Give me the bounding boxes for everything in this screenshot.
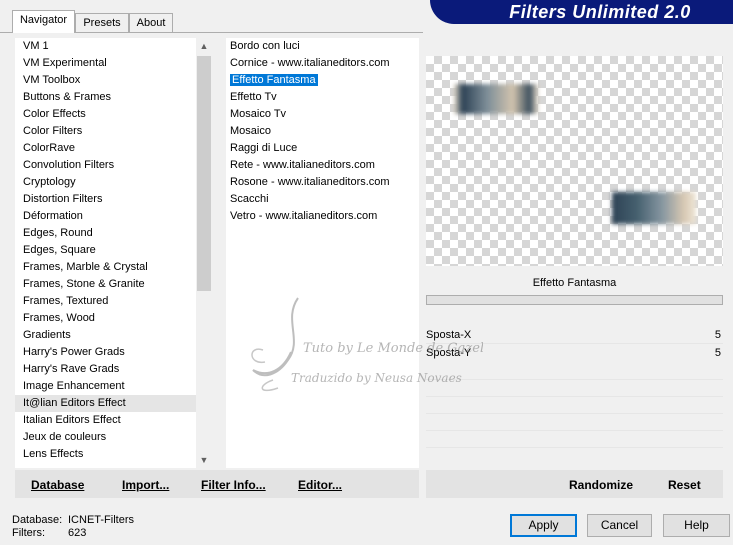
- scroll-thumb[interactable]: [197, 56, 211, 291]
- scroll-down-arrow-icon[interactable]: ▼: [196, 452, 212, 468]
- category-item[interactable]: VM 1: [15, 38, 196, 55]
- category-item[interactable]: ColorRave: [15, 140, 196, 157]
- filter-item-label: Rosone - www.italianeditors.com: [230, 176, 390, 188]
- filter-item[interactable]: Rete - www.italianeditors.com: [226, 157, 375, 174]
- category-item[interactable]: VM Toolbox: [15, 72, 196, 89]
- filter-item[interactable]: Raggi di Luce: [226, 140, 297, 157]
- tab-about[interactable]: About: [129, 13, 173, 32]
- category-item[interactable]: Color Filters: [15, 123, 196, 140]
- category-item[interactable]: Image Enhancement: [15, 378, 196, 395]
- category-item[interactable]: Distortion Filters: [15, 191, 196, 208]
- svg-text:Tuto by Le Monde de Gazelle: Tuto by Le Monde de Gazelle: [303, 341, 483, 356]
- filter-info-button[interactable]: Filter Info...: [201, 474, 266, 496]
- category-scrollbar[interactable]: ▲ ▼: [196, 38, 212, 468]
- filter-item-label: Effetto Tv: [230, 91, 277, 103]
- category-item[interactable]: Frames, Stone & Granite: [15, 276, 196, 293]
- filter-item[interactable]: Bordo con luci: [226, 38, 300, 55]
- svg-text:Traduzido by Neusa Novaes: Traduzido by Neusa Novaes: [291, 371, 462, 385]
- preview-ghost-image: [454, 84, 538, 114]
- category-item[interactable]: It@lian Editors Effect: [15, 395, 196, 412]
- category-item[interactable]: Color Effects: [15, 106, 196, 123]
- filter-item-label: Effetto Fantasma: [230, 74, 318, 86]
- preview-area: [426, 56, 723, 266]
- filter-item[interactable]: Effetto Tv: [226, 89, 277, 106]
- filter-item[interactable]: Rosone - www.italianeditors.com: [226, 174, 390, 191]
- category-item[interactable]: Frames, Wood: [15, 310, 196, 327]
- filter-item-label: Mosaico Tv: [230, 108, 287, 120]
- category-item[interactable]: Edges, Square: [15, 242, 196, 259]
- filter-item-label: Rete - www.italianeditors.com: [230, 159, 375, 171]
- category-item[interactable]: Convolution Filters: [15, 157, 196, 174]
- filter-item[interactable]: Vetro - www.italianeditors.com: [226, 208, 377, 225]
- category-item[interactable]: Lens Effects: [15, 446, 196, 463]
- param-divider: [426, 447, 723, 448]
- category-item[interactable]: Italian Editors Effect: [15, 412, 196, 429]
- database-button[interactable]: Database: [31, 474, 84, 496]
- filter-item-label: Raggi di Luce: [230, 142, 298, 154]
- category-list[interactable]: VM 1 VM Experimental VM Toolbox Buttons & F…: [15, 38, 196, 468]
- category-item[interactable]: Déformation: [15, 208, 196, 225]
- filter-item[interactable]: Effetto Fantasma: [226, 72, 318, 89]
- filter-item[interactable]: Mosaico: [226, 123, 271, 140]
- category-item[interactable]: Edges, Round: [15, 225, 196, 242]
- category-item[interactable]: Gradients: [15, 327, 196, 344]
- category-item[interactable]: VM Experimental: [15, 55, 196, 72]
- import-button[interactable]: Import...: [122, 474, 169, 496]
- filter-item-label: Scacchi: [230, 193, 269, 205]
- status-database-value: ICNET-Filters: [68, 514, 134, 526]
- category-item[interactable]: Cryptology: [15, 174, 196, 191]
- filter-item[interactable]: Scacchi: [226, 191, 269, 208]
- tab-presets[interactable]: Presets: [75, 13, 129, 32]
- status-database-label: Database:: [12, 514, 63, 526]
- param-value: 5: [714, 347, 721, 359]
- category-item[interactable]: Harry's Power Grads: [15, 344, 196, 361]
- category-item[interactable]: Harry's Rave Grads: [15, 361, 196, 378]
- editor-button[interactable]: Editor...: [298, 474, 342, 496]
- filter-item[interactable]: Cornice - www.italianeditors.com: [226, 55, 390, 72]
- filter-item-label: Mosaico: [230, 125, 271, 137]
- cancel-button[interactable]: Cancel: [587, 514, 652, 537]
- help-button[interactable]: Help: [663, 514, 730, 537]
- category-item[interactable]: Frames, Marble & Crystal: [15, 259, 196, 276]
- status-filters-label: Filters:: [12, 527, 45, 539]
- filter-list[interactable]: Bordo con luci Cornice - www.italianedito…: [226, 38, 419, 468]
- filter-item-label: Cornice - www.italianeditors.com: [230, 57, 390, 69]
- status-filters-value: 623: [68, 527, 87, 539]
- param-divider: [426, 413, 723, 414]
- param-value: 5: [714, 329, 721, 341]
- param-divider: [426, 430, 723, 431]
- filter-item[interactable]: Mosaico Tv: [226, 106, 286, 123]
- watermark-logo: Tuto by Le Monde de Gazelle Traduzido by…: [251, 297, 483, 392]
- preview-image: [612, 192, 696, 224]
- filter-item-label: Bordo con luci: [230, 40, 300, 52]
- category-item[interactable]: Frames, Textured: [15, 293, 196, 310]
- filter-item-label: Vetro - www.italianeditors.com: [230, 210, 378, 222]
- randomize-button[interactable]: Randomize: [569, 474, 633, 496]
- tab-navigator[interactable]: Navigator: [12, 10, 75, 33]
- scroll-up-arrow-icon[interactable]: ▲: [196, 38, 212, 54]
- reset-button[interactable]: Reset: [668, 474, 701, 496]
- category-item[interactable]: Jeux de couleurs: [15, 429, 196, 446]
- category-item[interactable]: Buttons & Frames: [15, 89, 196, 106]
- apply-button[interactable]: Apply: [510, 514, 577, 537]
- app-title: Filters Unlimited 2.0: [509, 2, 691, 22]
